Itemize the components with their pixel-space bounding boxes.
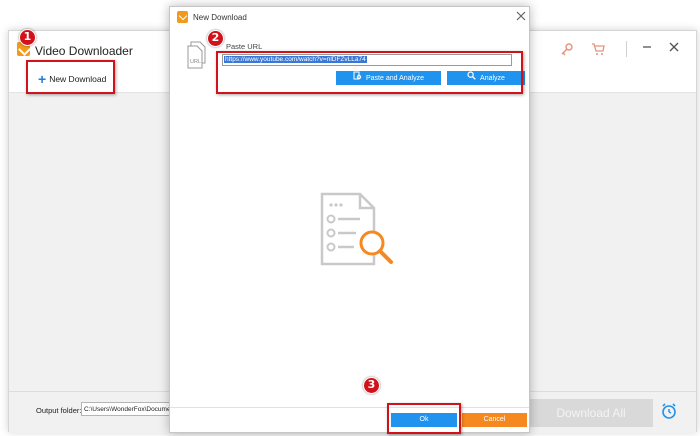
output-folder-label: Output folder:: [36, 406, 82, 415]
output-folder-input[interactable]: [81, 402, 173, 416]
cancel-button[interactable]: Cancel: [462, 413, 527, 427]
alarm-clock-icon[interactable]: [660, 402, 678, 420]
close-icon[interactable]: [665, 40, 683, 56]
app-title: Video Downloader: [35, 44, 133, 58]
dialog-titlebar: New Download: [170, 7, 529, 27]
highlight-ok-button: [387, 403, 461, 434]
dialog-logo-icon: [177, 11, 188, 23]
dialog-title: New Download: [193, 13, 247, 22]
key-icon[interactable]: [559, 42, 575, 56]
dialog-close-icon[interactable]: [514, 10, 528, 24]
step-badge-2: 2: [207, 30, 224, 47]
url-document-icon: URL: [186, 41, 208, 69]
dialog-footer-divider: [170, 407, 529, 408]
titlebar-divider: [626, 41, 627, 57]
minimize-icon[interactable]: [638, 40, 656, 56]
svg-text:URL: URL: [190, 59, 201, 65]
paste-url-label: Paste URL: [226, 42, 263, 51]
step-badge-3: 3: [363, 377, 380, 394]
highlight-new-download: [26, 60, 115, 94]
download-all-button[interactable]: Download All: [529, 399, 653, 427]
cart-icon[interactable]: [590, 42, 606, 56]
step-badge-1: 1: [19, 29, 36, 46]
document-search-icon: [318, 190, 398, 270]
highlight-url-area: [216, 51, 523, 94]
